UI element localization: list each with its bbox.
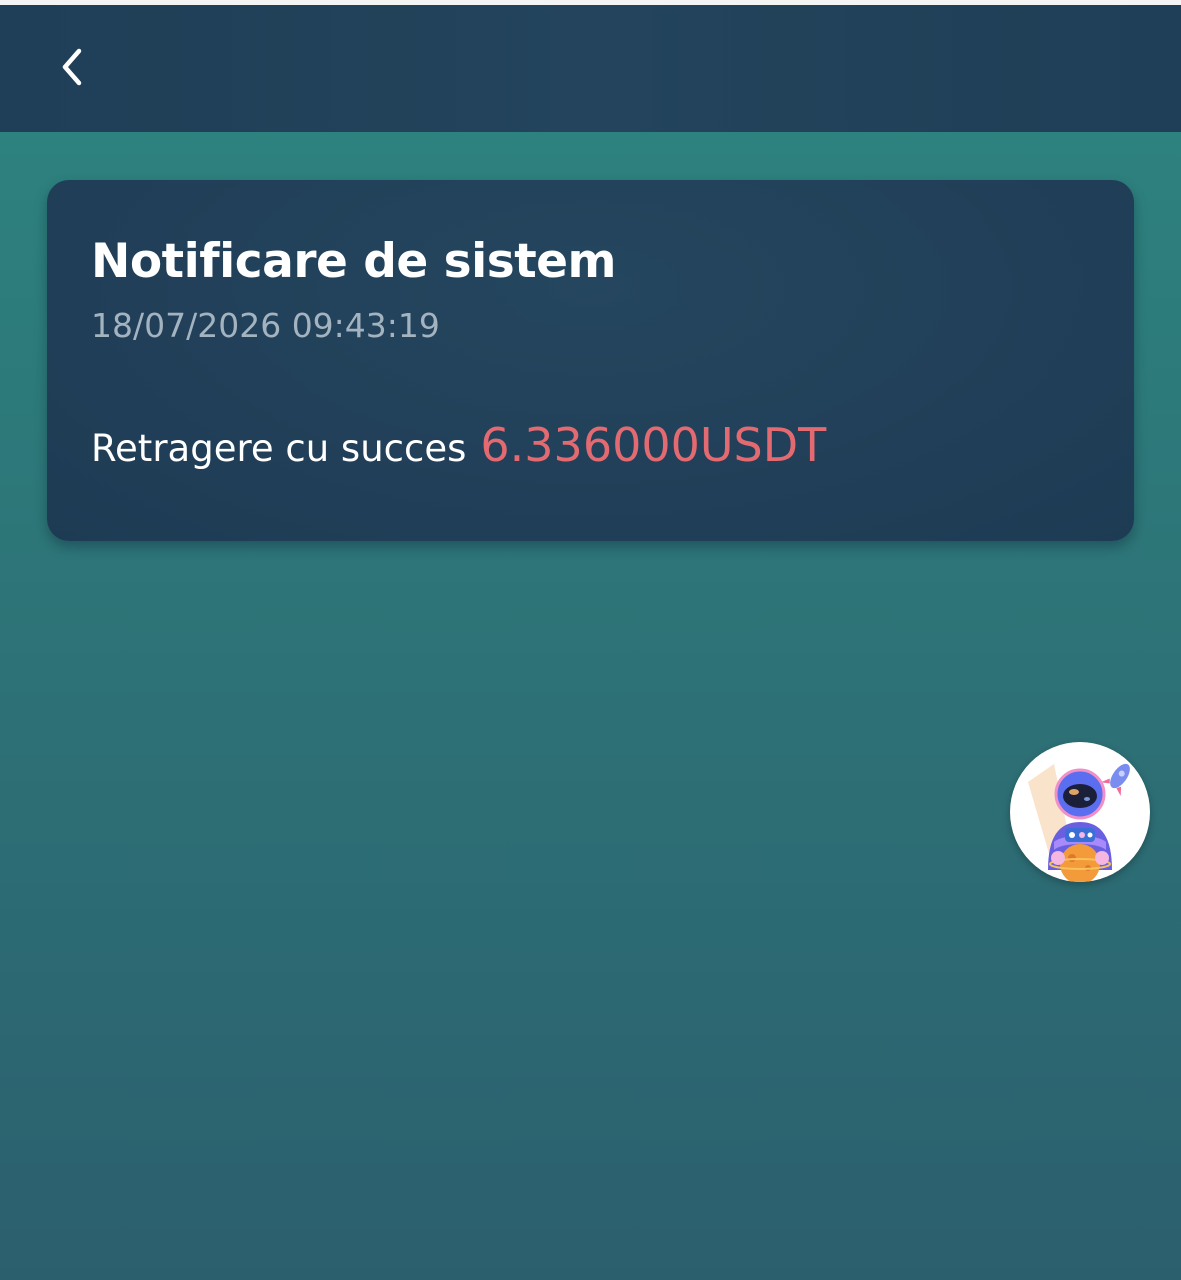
message-text: Retragere cu succes — [91, 427, 467, 470]
withdrawal-amount: 6.336000USDT — [480, 418, 827, 472]
back-button[interactable] — [44, 39, 100, 95]
support-chat-button[interactable] — [1010, 742, 1150, 882]
notification-card[interactable]: Notificare de sistem 18/07/2026 09:43:19… — [47, 180, 1134, 541]
chevron-left-icon — [62, 48, 82, 86]
app-header — [0, 5, 1181, 132]
notification-title: Notificare de sistem — [91, 234, 617, 289]
astronaut-avatar-icon — [1028, 763, 1130, 882]
notification-message: Retragere cu succes 6.336000USDT — [91, 418, 1090, 472]
notification-timestamp: 18/07/2026 09:43:19 — [91, 306, 440, 345]
